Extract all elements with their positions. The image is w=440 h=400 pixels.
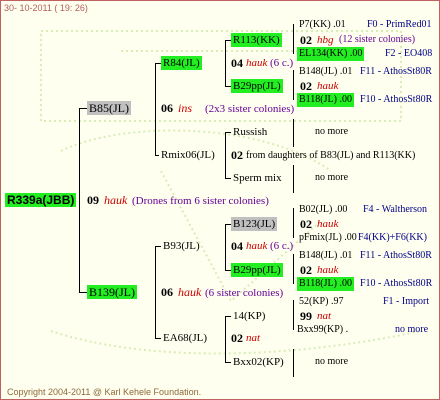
right-r4-left: B118(JL) .00 xyxy=(297,93,354,107)
connector xyxy=(293,300,294,330)
lower-a-note: (6 c.) xyxy=(270,240,294,252)
connector xyxy=(155,246,156,338)
upper-breeder: ins xyxy=(178,101,193,115)
right-r4-right: F10 - AthosSt80R xyxy=(360,94,433,105)
right-r7-left: B02(JL) .00 xyxy=(299,204,348,215)
upper-a1-generation: 02 xyxy=(300,33,312,47)
right-r11-left: 52(KP) .97 xyxy=(299,296,344,307)
lower-a1-generation: 02 xyxy=(300,217,312,231)
connector xyxy=(79,292,87,293)
upper-a-note: (6 c.) xyxy=(270,57,294,69)
lower-b2-queen[interactable]: Bxx02(KP) xyxy=(231,355,286,369)
lower-breeder: hauk xyxy=(178,285,202,299)
lower-a1-breeder: hauk xyxy=(317,218,339,230)
upper-a-generation: 04 xyxy=(231,56,243,70)
upper-queen[interactable]: B85(JL) xyxy=(87,101,131,115)
lower-b-breeder: nat xyxy=(246,332,261,344)
lower-a-breeder: hauk xyxy=(246,240,268,252)
connector xyxy=(293,70,294,100)
connector xyxy=(79,108,87,109)
lower-b-generation: 02 xyxy=(231,331,243,345)
right-r7-right: F4 - Waltherson xyxy=(363,204,428,215)
upper-generation: 06 xyxy=(161,101,173,115)
right-r12-right: no more xyxy=(395,324,429,335)
connector xyxy=(155,63,156,155)
lower-a2-breeder: hauk xyxy=(317,264,339,276)
right-r5: no more xyxy=(315,126,349,137)
upper-a2-queen[interactable]: B29pp(JL) xyxy=(231,79,283,93)
right-r8-right: F4(KK)+F6(KK) xyxy=(358,232,427,243)
right-r3-left: B148(JL) .01 xyxy=(299,66,353,77)
connector xyxy=(293,208,294,238)
right-r10-right: F10 - AthosSt80R xyxy=(360,278,433,289)
lower-b-queen[interactable]: EA68(JL) xyxy=(161,331,209,345)
lower-a1-queen[interactable]: B123(JL) xyxy=(231,217,278,231)
upper-b-generation: 02 xyxy=(231,148,243,162)
upper-a1-breeder: hbg xyxy=(317,34,334,46)
pedigree-canvas: 30- 10-2011 ( 19: 26) R339a(JBB) 09 hauk… xyxy=(0,0,440,400)
upper-b1-queen[interactable]: Russish xyxy=(231,125,269,139)
lower-a-queen[interactable]: B93(JL) xyxy=(161,239,202,253)
upper-a2-breeder: hauk xyxy=(317,80,339,92)
lower-generation: 06 xyxy=(161,285,173,299)
connector xyxy=(293,119,294,147)
right-r13: no more xyxy=(315,356,349,367)
root-generation: 09 xyxy=(87,193,99,207)
lower-queen[interactable]: B139(JL) xyxy=(87,285,137,299)
right-r9-right: F11 - AthosSt80R xyxy=(360,250,432,261)
right-r12-left: Bxx99(KP) . xyxy=(297,324,349,335)
connector xyxy=(225,316,226,362)
connector xyxy=(225,224,226,270)
root-breeder: hauk xyxy=(104,193,128,207)
upper-a1-queen[interactable]: R113(KK) xyxy=(231,33,282,47)
upper-b2-queen[interactable]: Sperm mix xyxy=(231,171,284,185)
lower-note: (6 sister colonies) xyxy=(205,287,284,299)
lower-a2-generation: 02 xyxy=(300,263,312,277)
lower-a-generation: 04 xyxy=(231,239,243,253)
right-r2-left: EL134(KK) .00 xyxy=(297,47,365,61)
upper-b-queen[interactable]: Rmix06(JL) xyxy=(159,148,217,162)
root-note: (Drones from 6 sister colonies) xyxy=(132,195,269,207)
upper-b-note: from daughters of B83(JL) and R113(KK) xyxy=(246,150,416,161)
connector xyxy=(293,254,294,284)
root-queen[interactable]: R339a(JBB) xyxy=(5,193,77,207)
connector xyxy=(225,132,226,178)
lower-b1-generation: 99 xyxy=(300,309,312,323)
right-r6: no more xyxy=(315,172,349,183)
connector xyxy=(293,24,294,54)
right-r11-right: F1 - Import xyxy=(383,296,430,307)
upper-a-queen[interactable]: R84(JL) xyxy=(161,56,202,70)
right-r2-right: F2 - EO408 xyxy=(385,48,433,59)
right-r1-right: F0 - PrimRed01 xyxy=(367,19,432,30)
lower-b1-queen[interactable]: 14(KP) xyxy=(231,309,267,323)
upper-note: (2x3 sister colonies) xyxy=(205,103,295,115)
right-r9-left: B148(JL) .01 xyxy=(299,250,353,261)
date-stamp: 30- 10-2011 ( 19: 26) xyxy=(4,3,88,13)
upper-a1-note: (12 sister colonies) xyxy=(339,34,416,45)
connector xyxy=(79,108,80,292)
connector xyxy=(293,165,294,193)
upper-a-breeder: hauk xyxy=(246,57,268,69)
right-r10-left: B118(JL) .00 xyxy=(297,277,354,291)
right-r3-right: F11 - AthosSt80R xyxy=(360,66,432,77)
right-r1-left: P7(KK) .01 xyxy=(299,19,346,30)
connector xyxy=(293,349,294,377)
right-r8-left: pFmix(JL) .00 xyxy=(299,232,357,243)
copyright-footer: Copyright 2004-2011 @ Karl Kehele Founda… xyxy=(7,387,202,397)
upper-a2-generation: 02 xyxy=(300,79,312,93)
connector xyxy=(225,40,226,86)
lower-a2-queen[interactable]: B29pp(JL) xyxy=(231,263,283,277)
lower-b1-breeder: nat xyxy=(317,310,332,322)
